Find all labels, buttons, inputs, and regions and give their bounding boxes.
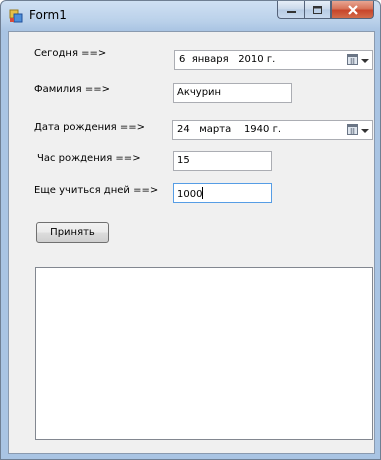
- close-icon: [347, 4, 358, 15]
- study-days-label: Еще учиться дней ==>: [34, 185, 159, 196]
- text-caret: [202, 187, 204, 199]
- birth-date-value: 24 марта 1940 г.: [177, 124, 282, 135]
- output-list-box[interactable]: [35, 267, 373, 440]
- maximize-button[interactable]: [304, 1, 331, 19]
- study-days-value: 1000: [177, 189, 203, 200]
- maximize-icon: [313, 5, 322, 14]
- birth-date-label: Дата рождения ==>: [34, 122, 145, 133]
- minimize-button[interactable]: [277, 1, 304, 19]
- window-title: Form1: [29, 8, 67, 22]
- study-days-input[interactable]: 1000: [173, 183, 272, 203]
- minimize-icon: [286, 10, 296, 13]
- birth-hour-label: Час рождения ==>: [37, 153, 141, 164]
- dropdown-arrow-icon[interactable]: [361, 59, 369, 63]
- title-bar[interactable]: Form1: [1, 1, 380, 31]
- accept-button[interactable]: Принять: [36, 222, 109, 243]
- today-date-picker[interactable]: 6 января 2010 г.: [174, 50, 373, 70]
- surname-label: Фамилия ==>: [34, 84, 111, 95]
- dropdown-arrow-icon[interactable]: [361, 129, 369, 133]
- surname-input[interactable]: Акчурин: [173, 83, 292, 103]
- app-window: Form1 Сегодня ==> 6 января 2010 г. Фамил…: [0, 0, 381, 460]
- today-date-value: 6 января 2010 г.: [179, 54, 276, 65]
- calendar-icon: [347, 124, 358, 135]
- today-label: Сегодня ==>: [34, 48, 107, 59]
- birth-date-picker[interactable]: 24 марта 1940 г.: [172, 120, 373, 140]
- close-button[interactable]: [331, 1, 374, 19]
- caption-buttons: [277, 1, 374, 20]
- form-app-icon: [9, 9, 23, 23]
- form-client-area: Сегодня ==> 6 января 2010 г. Фамилия ==>…: [8, 31, 375, 454]
- birth-hour-input[interactable]: 15: [173, 151, 272, 171]
- calendar-icon: [347, 54, 358, 65]
